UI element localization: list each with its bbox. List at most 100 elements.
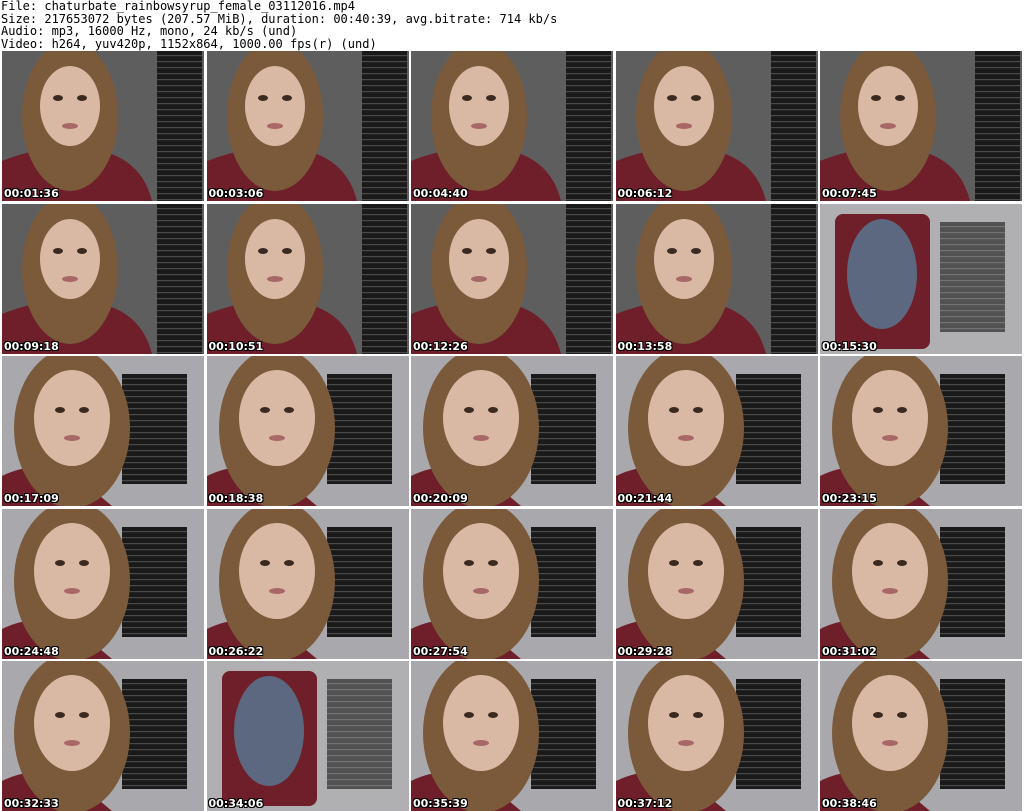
window-blinds bbox=[940, 374, 1005, 484]
right-eye bbox=[283, 559, 294, 566]
face bbox=[34, 370, 110, 466]
top bbox=[847, 218, 917, 329]
thumbnail-image bbox=[206, 356, 409, 506]
left-eye bbox=[259, 559, 270, 566]
window-blinds bbox=[531, 679, 596, 789]
thumbnail-frame[interactable]: 00:09:18 bbox=[2, 203, 204, 354]
left-eye bbox=[871, 95, 881, 101]
mouth bbox=[64, 587, 80, 594]
face bbox=[40, 218, 100, 299]
thumbnail-frame[interactable]: 00:29:28 bbox=[615, 508, 818, 659]
face bbox=[34, 522, 110, 619]
file-name-line: File: chaturbate_rainbowsyrup_female_031… bbox=[1, 0, 356, 13]
thumbnail-timestamp: 00:04:40 bbox=[413, 187, 468, 200]
face bbox=[34, 675, 110, 771]
window-blinds bbox=[770, 51, 816, 201]
thumbnail-frame[interactable]: 00:31:02 bbox=[820, 508, 1022, 659]
thumbnail-timestamp: 00:13:58 bbox=[617, 339, 673, 353]
thumbnail-image bbox=[820, 203, 1022, 354]
thumbnail-frame[interactable]: 00:01:36 bbox=[2, 51, 204, 201]
mouth bbox=[266, 275, 283, 282]
right-eye bbox=[897, 712, 907, 718]
window-blinds bbox=[157, 51, 202, 201]
thumbnail-timestamp: 00:03:06 bbox=[208, 187, 264, 200]
left-eye bbox=[55, 712, 65, 718]
file-info-header: File: chaturbate_rainbowsyrup_female_031… bbox=[0, 0, 1024, 50]
right-eye bbox=[283, 407, 294, 413]
thumbnail-frame[interactable]: 00:35:39 bbox=[411, 661, 613, 811]
thumbnail-timestamp: 00:37:12 bbox=[617, 797, 673, 810]
window-blinds bbox=[975, 51, 1020, 201]
thumbnail-image bbox=[206, 661, 409, 811]
thumbnail-frame[interactable]: 00:07:45 bbox=[820, 51, 1022, 201]
thumbnail-image bbox=[411, 508, 613, 659]
face bbox=[647, 370, 724, 466]
right-eye bbox=[486, 247, 496, 254]
right-eye bbox=[79, 559, 89, 566]
thumbnail-frame[interactable]: 00:24:48 bbox=[2, 508, 204, 659]
thumbnail-timestamp: 00:34:06 bbox=[208, 797, 264, 810]
thumbnail-timestamp: 00:38:46 bbox=[822, 797, 877, 810]
window-blinds bbox=[122, 374, 187, 484]
mouth bbox=[62, 275, 78, 282]
thumbnail-image bbox=[206, 203, 409, 354]
mouth bbox=[266, 123, 283, 129]
right-eye bbox=[281, 95, 292, 101]
face bbox=[647, 675, 724, 771]
thumbnail-timestamp: 00:31:02 bbox=[822, 644, 877, 658]
thumbnail-frame[interactable]: 00:32:33 bbox=[2, 661, 204, 811]
thumbnail-frame[interactable]: 00:23:15 bbox=[820, 356, 1022, 506]
left-eye bbox=[462, 247, 472, 254]
thumbnail-frame[interactable]: 00:03:06 bbox=[206, 51, 409, 201]
mouth bbox=[64, 740, 80, 746]
window-blinds bbox=[361, 51, 407, 201]
thumbnail-timestamp: 00:20:09 bbox=[413, 492, 468, 505]
left-eye bbox=[53, 247, 63, 254]
face bbox=[852, 370, 928, 466]
thumbnail-timestamp: 00:09:18 bbox=[4, 339, 59, 353]
thumbnail-image bbox=[2, 203, 204, 354]
thumbnail-image bbox=[411, 51, 613, 201]
thumbnail-image bbox=[820, 508, 1022, 659]
window-blinds bbox=[122, 526, 187, 637]
thumbnail-frame[interactable]: 00:21:44 bbox=[615, 356, 818, 506]
thumbnail-frame[interactable]: 00:04:40 bbox=[411, 51, 613, 201]
mouth bbox=[268, 435, 285, 441]
thumbnail-frame[interactable]: 00:17:09 bbox=[2, 356, 204, 506]
right-eye bbox=[486, 95, 496, 101]
window-blinds bbox=[531, 374, 596, 484]
thumbnail-frame[interactable]: 00:18:38 bbox=[206, 356, 409, 506]
thumbnail-frame[interactable]: 00:12:26 bbox=[411, 203, 613, 354]
face bbox=[653, 218, 714, 299]
video-info-line: Video: h264, yuv420p, 1152x864, 1000.00 … bbox=[1, 36, 377, 51]
thumbnail-image bbox=[615, 51, 818, 201]
audio-info-line: Audio: mp3, 16000 Hz, mono, 24 kb/s (und… bbox=[1, 24, 298, 38]
thumbnail-frame[interactable]: 00:06:12 bbox=[615, 51, 818, 201]
thumbnail-frame[interactable]: 00:34:06 bbox=[206, 661, 409, 811]
left-eye bbox=[464, 712, 474, 718]
left-eye bbox=[464, 559, 474, 566]
window-blinds bbox=[566, 51, 611, 201]
thumbnail-image bbox=[615, 203, 818, 354]
thumbnail-image bbox=[820, 661, 1022, 811]
thumbnail-frame[interactable]: 00:26:22 bbox=[206, 508, 409, 659]
thumbnail-frame[interactable]: 00:10:51 bbox=[206, 203, 409, 354]
thumbnail-frame[interactable]: 00:20:09 bbox=[411, 356, 613, 506]
face bbox=[647, 522, 724, 619]
thumbnail-frame[interactable]: 00:37:12 bbox=[615, 661, 818, 811]
window-blinds bbox=[735, 374, 801, 484]
thumbnail-frame[interactable]: 00:13:58 bbox=[615, 203, 818, 354]
thumbnail-image bbox=[820, 356, 1022, 506]
left-eye bbox=[55, 559, 65, 566]
thumbnail-frame[interactable]: 00:15:30 bbox=[820, 203, 1022, 354]
thumbnail-frame[interactable]: 00:27:54 bbox=[411, 508, 613, 659]
thumbnail-image bbox=[2, 508, 204, 659]
face bbox=[244, 66, 305, 146]
mouth bbox=[64, 435, 80, 441]
thumbnail-frame[interactable]: 00:38:46 bbox=[820, 661, 1022, 811]
mouth bbox=[473, 435, 489, 441]
thumbnail-timestamp: 00:27:54 bbox=[413, 644, 468, 658]
window-blinds bbox=[157, 203, 202, 354]
left-eye bbox=[666, 247, 677, 254]
thumbnail-image bbox=[411, 203, 613, 354]
